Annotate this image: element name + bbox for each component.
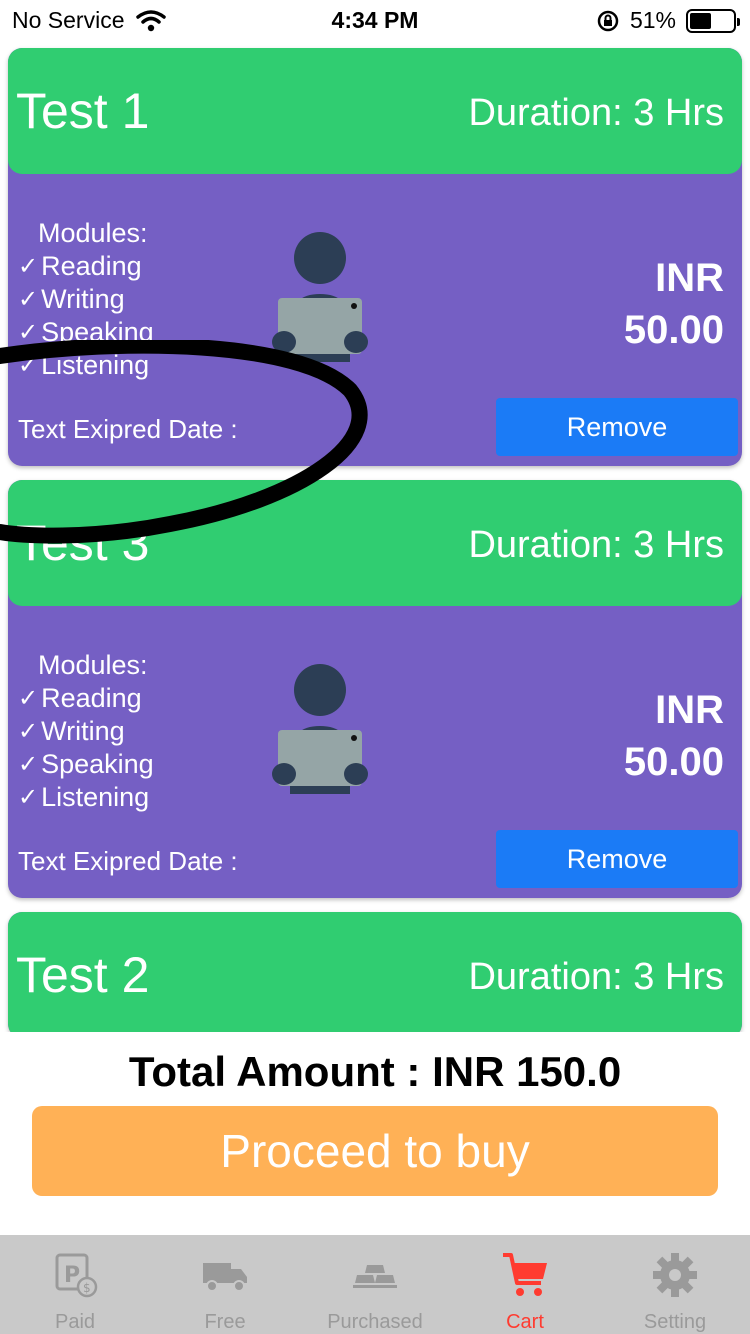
module-item: ✓ Listening — [18, 781, 154, 814]
tab-label: Setting — [643, 1311, 707, 1333]
card-body: Modules: ✓ Reading ✓ Writing ✓ Speaking ✓ Li… — [8, 606, 742, 898]
module-label: Writing — [41, 716, 125, 746]
module-list: ✓ Reading ✓ Writing ✓ Speaking ✓ Listening — [18, 682, 154, 814]
module-label: Writing — [41, 284, 125, 314]
battery-fill — [690, 12, 711, 29]
paid-icon: P $ — [55, 1253, 98, 1298]
module-item: ✓ Reading — [18, 682, 154, 715]
cart-card: Test 1 Duration: 3 Hrs Modules: ✓ Reading… — [8, 48, 742, 466]
module-label: Reading — [41, 251, 142, 281]
check-icon: ✓ — [18, 784, 39, 811]
card-duration: Duration: 3 Hrs — [468, 956, 724, 998]
battery-percent: 51% — [629, 7, 676, 33]
module-item: ✓ Writing — [18, 283, 154, 316]
module-label: Listening — [41, 782, 150, 812]
tab-bar: P $ Paid Free Purchased Cart Setting — [0, 1235, 750, 1334]
check-icon: ✓ — [18, 286, 39, 313]
check-icon: ✓ — [18, 685, 39, 712]
card-header: Test 2 Duration: 3 Hrs — [8, 912, 742, 1032]
module-label: Reading — [41, 683, 142, 713]
price-currency: INR — [655, 688, 724, 732]
student-tablet-icon — [272, 664, 368, 794]
price: INR 50.00 — [624, 684, 724, 788]
tab-label: Cart — [506, 1311, 544, 1333]
card-title: Test 1 — [16, 83, 150, 139]
tab-cart[interactable]: Cart — [450, 1235, 600, 1334]
module-list: ✓ Reading ✓ Writing ✓ Speaking ✓ Listening — [18, 250, 154, 382]
svg-text:$: $ — [83, 1281, 91, 1295]
gear-icon — [653, 1253, 697, 1297]
module-label: Speaking — [41, 749, 154, 779]
free-truck-icon — [203, 1263, 247, 1292]
check-icon: ✓ — [18, 751, 39, 778]
cart-card: Test 3 Duration: 3 Hrs Modules: ✓ Reading… — [8, 480, 742, 898]
modules-title: Modules: — [38, 218, 148, 248]
tab-paid[interactable]: P $ Paid — [0, 1235, 150, 1334]
module-item: ✓ Speaking — [18, 316, 154, 349]
module-item: ✓ Speaking — [18, 748, 154, 781]
proceed-to-buy-button[interactable]: Proceed to buy — [32, 1106, 718, 1196]
module-item: ✓ Listening — [18, 349, 154, 382]
status-bar: No Service 4:34 PM 51% — [0, 0, 750, 40]
check-icon: ✓ — [18, 352, 39, 379]
cart-card: Test 2 Duration: 3 Hrs — [8, 912, 742, 1032]
tab-purchased[interactable]: Purchased — [300, 1235, 450, 1334]
remove-button[interactable]: Remove — [496, 398, 738, 456]
check-icon: ✓ — [18, 253, 39, 280]
expired-date-label: Text Exipred Date : — [18, 414, 238, 444]
tab-setting[interactable]: Setting — [600, 1235, 750, 1334]
module-item: ✓ Writing — [18, 715, 154, 748]
module-label: Listening — [41, 350, 150, 380]
check-icon: ✓ — [18, 718, 39, 745]
module-label: Speaking — [41, 317, 154, 347]
tab-label: Purchased — [327, 1311, 423, 1333]
module-item: ✓ Reading — [18, 250, 154, 283]
price-amount: 50.00 — [623, 740, 724, 784]
card-body: Modules: ✓ Reading ✓ Writing ✓ Speaking ✓ Li… — [8, 174, 742, 466]
cart-list[interactable]: Test 1 Duration: 3 Hrs Modules: ✓ Reading… — [0, 40, 750, 1032]
student-tablet-icon — [272, 232, 368, 362]
checkout-footer: Total Amount : INR 150.0 Proceed to buy — [0, 1032, 750, 1234]
check-icon: ✓ — [18, 319, 39, 346]
gold-bars-icon — [353, 1265, 397, 1288]
card-header: Test 3 Duration: 3 Hrs — [8, 480, 742, 606]
total-amount: Total Amount : INR 150.0 — [128, 1048, 622, 1095]
price: INR 50.00 — [624, 252, 724, 356]
modules-title: Modules: — [38, 650, 148, 680]
remove-button[interactable]: Remove — [496, 830, 738, 888]
tab-label: Paid — [54, 1311, 96, 1333]
battery-icon — [686, 8, 740, 33]
card-duration: Duration: 3 Hrs — [468, 524, 724, 566]
card-header: Test 1 Duration: 3 Hrs — [8, 48, 742, 174]
expired-date-label: Text Exipred Date : — [18, 846, 238, 876]
tab-free[interactable]: Free — [150, 1235, 300, 1334]
status-right: 51% — [596, 7, 740, 34]
card-duration: Duration: 3 Hrs — [468, 92, 724, 134]
cart-icon — [503, 1253, 547, 1296]
tab-label: Free — [204, 1311, 246, 1333]
orientation-lock-icon — [597, 10, 619, 31]
price-currency: INR — [655, 256, 724, 300]
card-title: Test 3 — [16, 515, 150, 571]
price-amount: 50.00 — [623, 308, 724, 352]
card-title: Test 2 — [16, 947, 150, 1003]
